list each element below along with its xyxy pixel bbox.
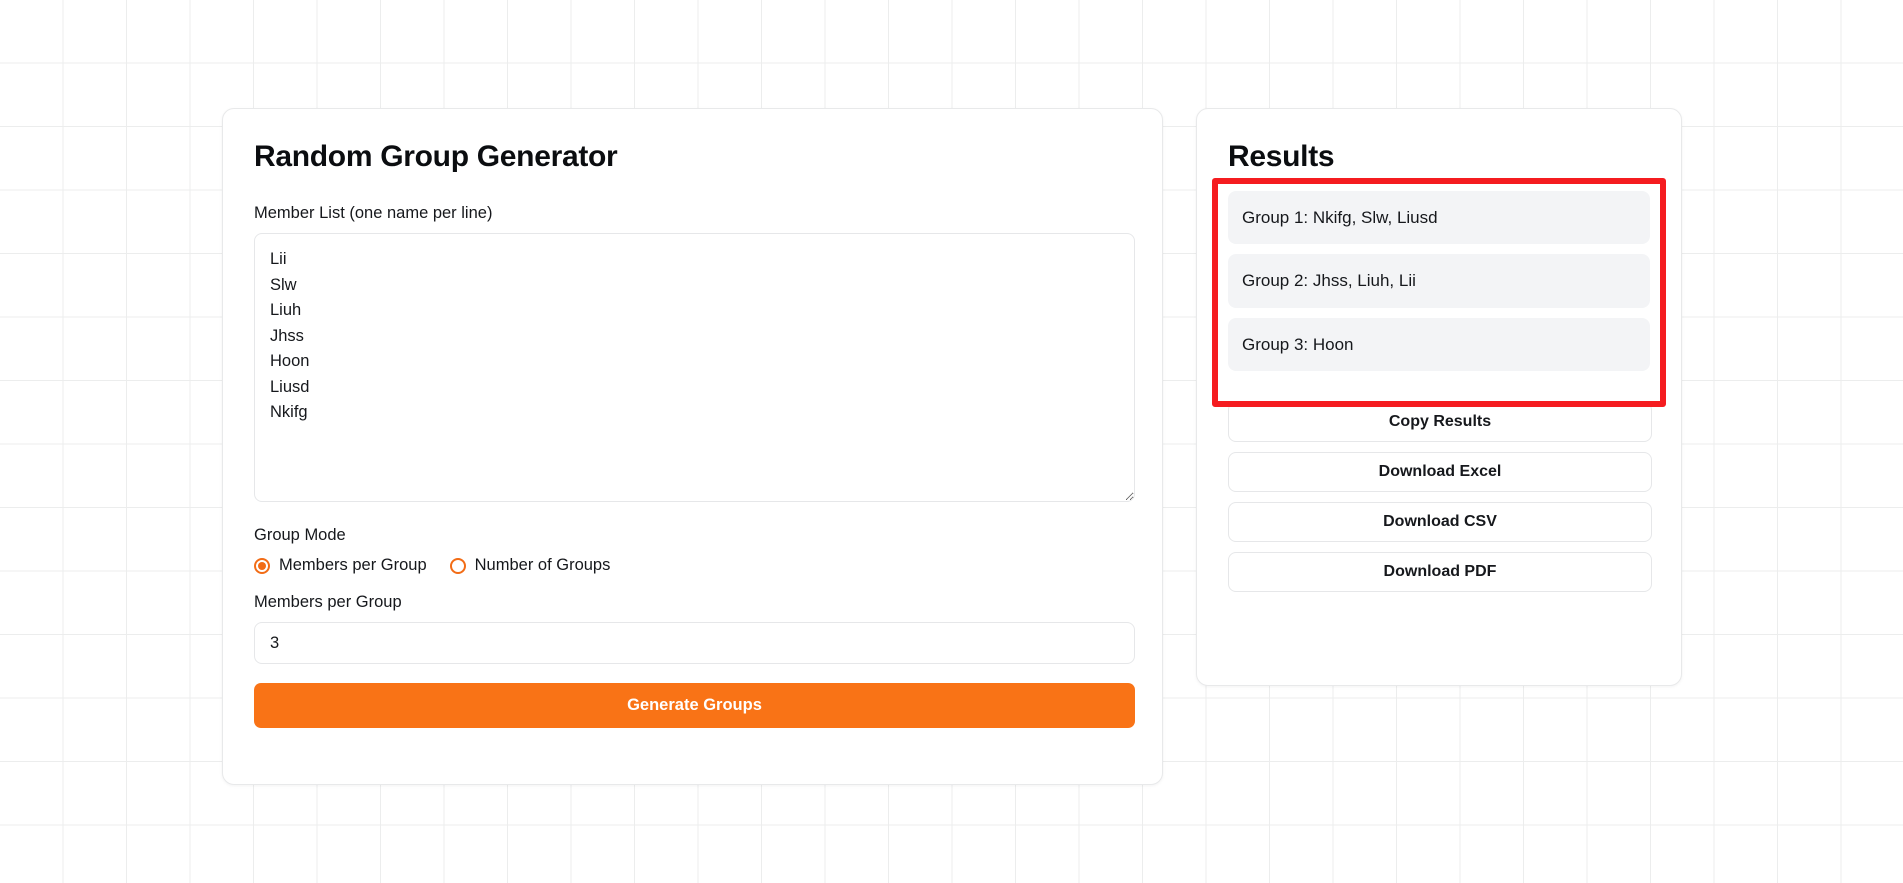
members-per-group-input[interactable]: [254, 622, 1135, 665]
radio-members-per-group-label: Members per Group: [279, 555, 427, 574]
download-excel-button[interactable]: Download Excel: [1228, 451, 1652, 492]
group-result-item: Group 2: Jhss, Liuh, Lii: [1228, 254, 1650, 308]
result-actions: Copy Results Download Excel Download CSV…: [1228, 401, 1652, 592]
generate-groups-button[interactable]: Generate Groups: [254, 683, 1135, 729]
radio-number-of-groups[interactable]: Number of Groups: [449, 555, 611, 576]
groups-list: Group 1: Nkifg, Slw, Liusd Group 2: Jhss…: [1228, 191, 1650, 371]
member-list-textarea[interactable]: [254, 233, 1135, 503]
count-field-label: Members per Group: [254, 592, 402, 611]
radio-unselected-icon: [449, 557, 466, 574]
radio-members-per-group[interactable]: Members per Group: [254, 556, 427, 576]
results-title: Results: [1228, 140, 1335, 173]
group-result-item: Group 1: Nkifg, Slw, Liusd: [1228, 191, 1650, 245]
radio-selected-icon: [254, 557, 270, 574]
copy-results-button[interactable]: Copy Results: [1228, 401, 1652, 442]
results-card: Results Group 1: Nkifg, Slw, Liusd Group…: [1196, 108, 1682, 686]
group-result-item: Group 3: Hoon: [1228, 317, 1650, 371]
generator-card: Random Group Generator Member List (one …: [222, 108, 1163, 785]
app-root: Random Group Generator Member List (one …: [0, 0, 1903, 883]
download-csv-button[interactable]: Download CSV: [1228, 501, 1652, 542]
download-pdf-button[interactable]: Download PDF: [1228, 551, 1652, 592]
group-mode-radio-group: Members per Group Number of Groups: [254, 556, 1131, 576]
group-mode-label: Group Mode: [254, 526, 346, 545]
member-list-label: Member List (one name per line): [254, 204, 493, 222]
radio-number-of-groups-label: Number of Groups: [474, 555, 611, 574]
page-title: Random Group Generator: [254, 140, 618, 173]
